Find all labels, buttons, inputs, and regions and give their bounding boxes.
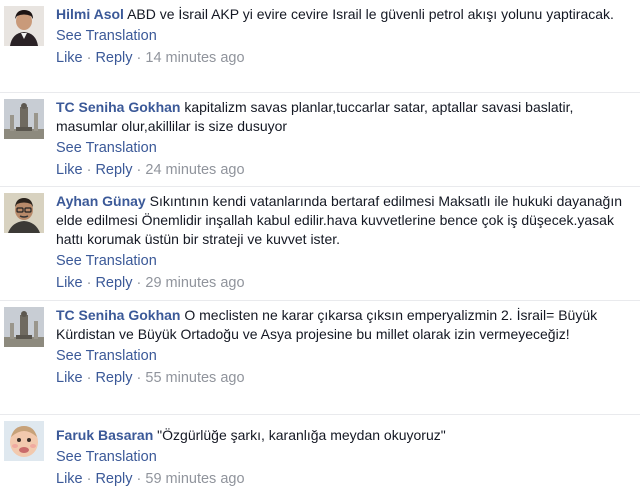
- separator-dot: ·: [86, 370, 92, 386]
- reply-link[interactable]: Reply: [95, 275, 132, 291]
- separator-dot: ·: [86, 50, 92, 66]
- avatar[interactable]: [4, 421, 44, 461]
- avatar[interactable]: [4, 193, 44, 233]
- avatar[interactable]: [4, 307, 44, 347]
- reply-link[interactable]: Reply: [95, 50, 132, 66]
- comment-actions: Like · Reply · 55 minutes ago: [56, 369, 630, 388]
- comment-text-block: Faruk Basaran "Özgürlüğe şarkı, karanlığ…: [56, 426, 630, 445]
- like-link[interactable]: Like: [56, 162, 83, 178]
- like-link[interactable]: Like: [56, 471, 83, 487]
- timestamp-link[interactable]: 55 minutes ago: [145, 370, 244, 386]
- like-link[interactable]: Like: [56, 50, 83, 66]
- separator-dot: ·: [136, 50, 142, 66]
- see-translation-link[interactable]: See Translation: [56, 139, 630, 158]
- avatar[interactable]: [4, 6, 44, 46]
- portrait-dark-hair-icon: [4, 6, 44, 46]
- comment-item: Ayhan Günay Sıkıntının kendi vatanlarınd…: [0, 187, 640, 300]
- comment-item: Faruk Basaran "Özgürlüğe şarkı, karanlığ…: [0, 415, 640, 490]
- comment-author-link[interactable]: Hilmi Asol: [56, 6, 124, 22]
- timestamp-link[interactable]: 14 minutes ago: [145, 50, 244, 66]
- separator-dot: ·: [86, 162, 92, 178]
- comment-content: Faruk Basaran "Özgürlüğe şarkı, karanlığ…: [56, 426, 630, 489]
- see-translation-link[interactable]: See Translation: [56, 448, 630, 467]
- comment-actions: Like · Reply · 14 minutes ago: [56, 49, 630, 68]
- timestamp-link[interactable]: 59 minutes ago: [145, 471, 244, 487]
- comment-text-block: TC Seniha Gokhan O meclisten ne karar çı…: [56, 306, 630, 344]
- reply-link[interactable]: Reply: [95, 370, 132, 386]
- baby-face-icon: [4, 421, 44, 461]
- monument-icon: [4, 99, 44, 139]
- separator-dot: ·: [136, 275, 142, 291]
- comment-text-block: Hilmi Asol ABD ve İsrail AKP yi evire ce…: [56, 5, 630, 24]
- comment-text: ABD ve İsrail AKP yi evire cevire Israil…: [127, 6, 614, 22]
- comment-text-block: TC Seniha Gokhan kapitalizm savas planla…: [56, 98, 630, 136]
- comment-content: TC Seniha Gokhan O meclisten ne karar çı…: [56, 306, 630, 388]
- see-translation-link[interactable]: See Translation: [56, 252, 630, 271]
- comment-author-link[interactable]: TC Seniha Gokhan: [56, 307, 180, 323]
- comment-content: TC Seniha Gokhan kapitalizm savas planla…: [56, 98, 630, 180]
- comment-item: TC Seniha Gokhan kapitalizm savas planla…: [0, 93, 640, 186]
- separator-dot: ·: [86, 471, 92, 487]
- comment-actions: Like · Reply · 59 minutes ago: [56, 470, 630, 489]
- see-translation-link[interactable]: See Translation: [56, 27, 630, 46]
- comment-text: "Özgürlüğe şarkı, karanlığa meydan okuyo…: [157, 427, 446, 443]
- comment-item: TC Seniha Gokhan O meclisten ne karar çı…: [0, 301, 640, 414]
- comment-author-link[interactable]: Faruk Basaran: [56, 427, 153, 443]
- separator-dot: ·: [136, 162, 142, 178]
- separator-dot: ·: [86, 275, 92, 291]
- comment-item: Hilmi Asol ABD ve İsrail AKP yi evire ce…: [0, 0, 640, 92]
- reply-link[interactable]: Reply: [95, 471, 132, 487]
- comment-content: Ayhan Günay Sıkıntının kendi vatanlarınd…: [56, 192, 630, 293]
- like-link[interactable]: Like: [56, 275, 83, 291]
- avatar[interactable]: [4, 99, 44, 139]
- monument-icon: [4, 307, 44, 347]
- like-link[interactable]: Like: [56, 370, 83, 386]
- timestamp-link[interactable]: 24 minutes ago: [145, 162, 244, 178]
- man-with-glasses-icon: [4, 193, 44, 233]
- comment-actions: Like · Reply · 29 minutes ago: [56, 274, 630, 293]
- separator-dot: ·: [136, 370, 142, 386]
- see-translation-link[interactable]: See Translation: [56, 347, 630, 366]
- comment-author-link[interactable]: TC Seniha Gokhan: [56, 99, 180, 115]
- timestamp-link[interactable]: 29 minutes ago: [145, 275, 244, 291]
- comment-actions: Like · Reply · 24 minutes ago: [56, 161, 630, 180]
- comment-content: Hilmi Asol ABD ve İsrail AKP yi evire ce…: [56, 5, 630, 68]
- separator-dot: ·: [136, 471, 142, 487]
- reply-link[interactable]: Reply: [95, 162, 132, 178]
- comment-text-block: Ayhan Günay Sıkıntının kendi vatanlarınd…: [56, 192, 630, 249]
- comment-author-link[interactable]: Ayhan Günay: [56, 193, 146, 209]
